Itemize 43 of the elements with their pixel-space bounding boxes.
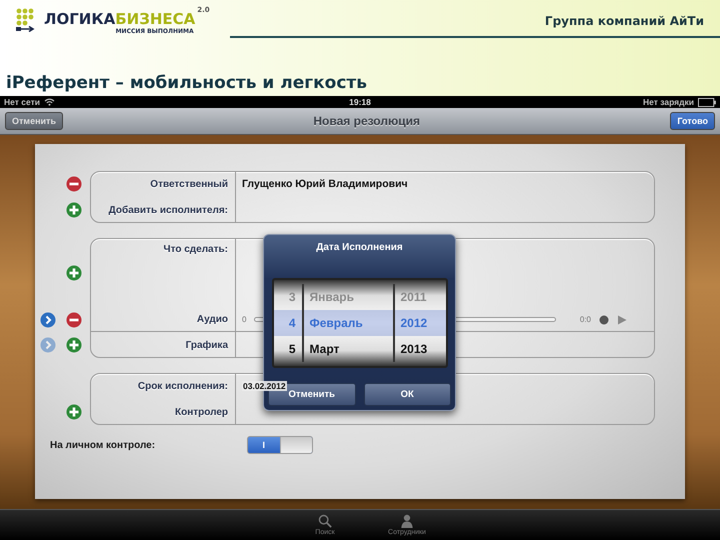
field-label: Графика <box>186 340 228 350</box>
picker-day[interactable]: 4 <box>274 310 304 336</box>
picker-month[interactable]: Февраль <box>304 310 394 336</box>
nav-title: Новая резолюция <box>313 114 420 128</box>
picker-month[interactable]: Март <box>304 336 394 362</box>
company-name: Группа компаний АйТи <box>544 14 704 28</box>
picker-day[interactable]: 5 <box>274 336 304 362</box>
field-label: Срок исполнения: <box>138 380 228 392</box>
add-icon[interactable] <box>66 404 82 420</box>
field-value: Глущенко Юрий Владимирович <box>242 178 408 190</box>
battery-icon <box>698 98 716 106</box>
audio-time: 0 <box>242 315 246 324</box>
carrier-text: Нет сети <box>4 97 40 107</box>
field-label: Контролер <box>174 406 228 418</box>
field-label: Аудио <box>196 314 228 325</box>
remove-icon[interactable] <box>66 176 82 192</box>
field-label: Добавить исполнителя: <box>108 204 228 216</box>
field-value: 03.02.2012 <box>242 381 287 391</box>
logo-wordmark: ЛОГИКАБИЗНЕСА <box>44 10 196 28</box>
add-icon[interactable] <box>66 202 82 218</box>
wifi-icon <box>44 98 56 106</box>
field-label: Ответственный <box>150 178 228 190</box>
field-label: Что сделать: <box>164 244 228 255</box>
add-icon[interactable] <box>66 337 82 353</box>
remove-icon[interactable] <box>66 312 82 328</box>
cancel-button[interactable]: Отменить <box>5 112 63 130</box>
toggle-switch[interactable]: I <box>247 436 313 454</box>
picker-year[interactable]: 2012 <box>394 310 446 336</box>
record-icon[interactable] <box>599 314 609 324</box>
popup-title: Дата Исполнения <box>316 242 403 255</box>
done-button[interactable]: Готово <box>670 112 715 130</box>
status-time: 19:18 <box>349 97 371 107</box>
search-icon[interactable] <box>318 514 332 528</box>
add-icon[interactable] <box>66 265 82 281</box>
disclosure-icon[interactable] <box>40 312 56 328</box>
popup-button[interactable]: ОК <box>364 383 451 406</box>
person-icon[interactable] <box>400 514 414 528</box>
slide-title: iРеферент – мобильность и легкость <box>6 73 368 95</box>
field-label: На личном контроле: <box>50 440 156 450</box>
picker-year[interactable]: 2013 <box>394 336 446 362</box>
audio-time: 0:0 <box>580 315 591 324</box>
play-icon[interactable] <box>617 314 627 324</box>
battery-text: Нет зарядки <box>642 97 694 107</box>
